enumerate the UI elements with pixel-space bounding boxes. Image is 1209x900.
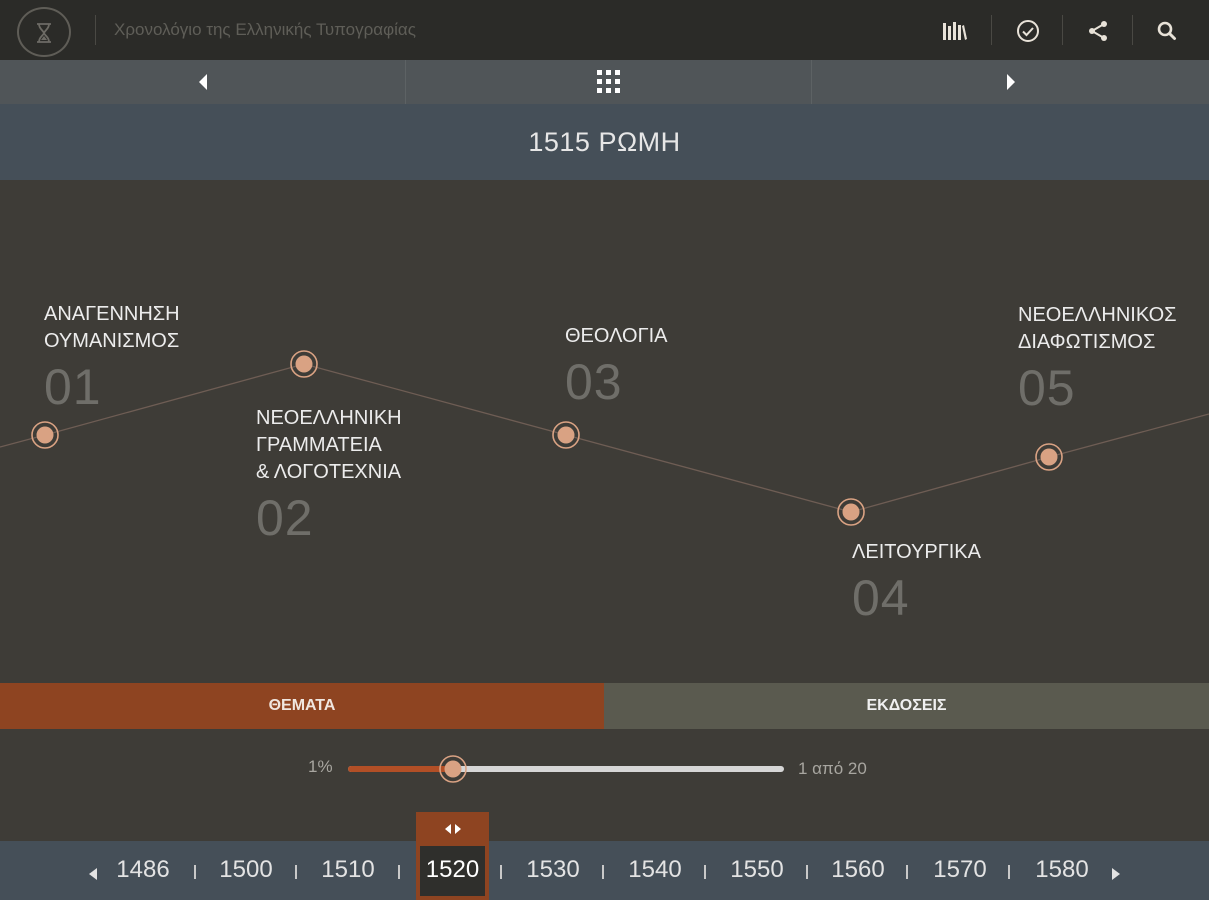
year-item[interactable]: 1486 (103, 856, 183, 884)
year-item[interactable]: 1550 (717, 856, 797, 884)
topic-title-line: ΛΕΙΤΟΥΡΓΙΚΑ (852, 541, 981, 563)
grid-menu-button[interactable] (406, 60, 811, 104)
next-button[interactable] (812, 60, 1209, 104)
year-item[interactable]: 1500 (206, 856, 286, 884)
next-arrow-icon (1006, 74, 1015, 90)
timeline-node[interactable] (551, 420, 581, 450)
topic-03[interactable]: ΘΕΟΛΟΓΙΑ 03 (565, 323, 668, 410)
topic-title-line: ΝΕΟΕΛΛΗΝΙΚΟΣ (1018, 304, 1177, 326)
header-divider (95, 15, 96, 45)
current-entry-bar: 1515 ΡΩΜΗ (0, 104, 1209, 180)
topic-01[interactable]: ΑΝΑΓΕΝΝΗΣΗ ΟΥΜΑΝΙΣΜΟΣ 01 (44, 301, 180, 415)
current-entry-heading: 1515 ΡΩΜΗ (528, 126, 681, 157)
topic-number: 05 (1018, 360, 1076, 416)
timeline-node[interactable] (836, 497, 866, 527)
check-circle-icon[interactable] (1013, 16, 1043, 46)
slider-percent-label: 1% (308, 757, 333, 776)
timeline-node[interactable] (289, 349, 319, 379)
view-tabs: ΘΕΜΑΤΑ ΕΚΔΟΣΕΙΣ (0, 683, 1209, 729)
grid-menu-icon (596, 70, 620, 93)
year-separator (398, 865, 400, 879)
year-item[interactable]: 1530 (513, 856, 593, 884)
search-icon[interactable] (1152, 16, 1182, 46)
topic-02[interactable]: ΝΕΟΕΛΛΗΝΙΚΗ ΓΡΑΜΜΑΤΕΙΑ & ΛΟΓΟΤΕΧΝΙΑ 02 (256, 405, 402, 546)
progress-slider-area: 1% 1 από 20 (0, 729, 1209, 813)
app-title: Χρονολόγιο της Ελληνικής Τυπογραφίας (114, 20, 416, 39)
timeline-connector-lines (0, 363, 1209, 513)
topic-number: 01 (44, 359, 102, 415)
year-separator (1008, 865, 1010, 879)
header-divider (1062, 15, 1063, 45)
year-separator (906, 865, 908, 879)
prev-button[interactable] (0, 60, 405, 104)
prev-arrow-icon (198, 74, 207, 90)
topic-05[interactable]: ΝΕΟΕΛΛΗΝΙΚΟΣ ΔΙΑΦΩΤΙΣΜΟΣ 05 (1018, 302, 1177, 416)
year-separator (194, 865, 196, 879)
year-scale-prev-icon[interactable] (89, 868, 98, 880)
year-item[interactable]: 1580 (1022, 856, 1102, 884)
year-separator (704, 865, 706, 879)
topic-title-line: ΑΝΑΓΕΝΝΗΣΗ (44, 303, 180, 325)
topic-number: 02 (256, 490, 314, 546)
header-divider (991, 15, 992, 45)
year-separator (602, 865, 604, 879)
year-separator (806, 865, 808, 879)
year-item[interactable]: 1510 (308, 856, 388, 884)
topic-number: 03 (565, 354, 623, 410)
app-root: Χρονολόγιο της Ελληνικής Τυπογραφίας 151… (0, 0, 1209, 900)
year-separator (500, 865, 502, 879)
progress-slider-thumb[interactable] (438, 754, 468, 784)
topics-timeline: ΑΝΑΓΕΝΝΗΣΗ ΟΥΜΑΝΙΣΜΟΣ 01 ΝΕΟΕΛΛΗΝΙΚΗ ΓΡΑ… (0, 180, 1209, 683)
topic-title-line: ΓΡΑΜΜΑΤΕΙΑ (256, 434, 382, 456)
year-scale: 1486 1500 1510 1530 1540 1550 1560 1570 … (0, 841, 1209, 900)
year-item[interactable]: 1570 (920, 856, 1000, 884)
year-separator (295, 865, 297, 879)
progress-slider-track[interactable] (348, 766, 784, 772)
topic-title-line: ΘΕΟΛΟΓΙΑ (565, 325, 668, 347)
topic-title-line: & ΛΟΓΟΤΕΧΝΙΑ (256, 461, 402, 483)
timeline-node[interactable] (1034, 442, 1064, 472)
tab-editions[interactable]: ΕΚΔΟΣΕΙΣ (604, 683, 1209, 729)
navigation-bar (0, 60, 1209, 104)
topic-title-line: ΝΕΟΕΛΛΗΝΙΚΗ (256, 407, 402, 429)
year-item[interactable]: 1540 (615, 856, 695, 884)
year-item[interactable]: 1560 (818, 856, 898, 884)
year-scale-next-icon[interactable] (1111, 868, 1120, 880)
topic-title-line: ΟΥΜΑΝΙΣΜΟΣ (44, 330, 180, 352)
active-year[interactable]: 1520 (410, 856, 495, 884)
drag-handle-icon[interactable] (440, 818, 466, 840)
timeline-node[interactable] (30, 420, 60, 450)
share-icon[interactable] (1083, 16, 1113, 46)
top-header: Χρονολόγιο της Ελληνικής Τυπογραφίας (0, 0, 1209, 60)
topic-title-line: ΔΙΑΦΩΤΙΣΜΟΣ (1018, 331, 1156, 353)
library-books-icon[interactable] (940, 16, 970, 46)
header-divider (1132, 15, 1133, 45)
slider-count-label: 1 από 20 (798, 759, 867, 778)
topic-04[interactable]: ΛΕΙΤΟΥΡΓΙΚΑ 04 (852, 539, 981, 626)
topic-number: 04 (852, 570, 910, 626)
tab-topics[interactable]: ΘΕΜΑΤΑ (0, 683, 604, 729)
hourglass-logo-icon[interactable] (17, 7, 71, 57)
